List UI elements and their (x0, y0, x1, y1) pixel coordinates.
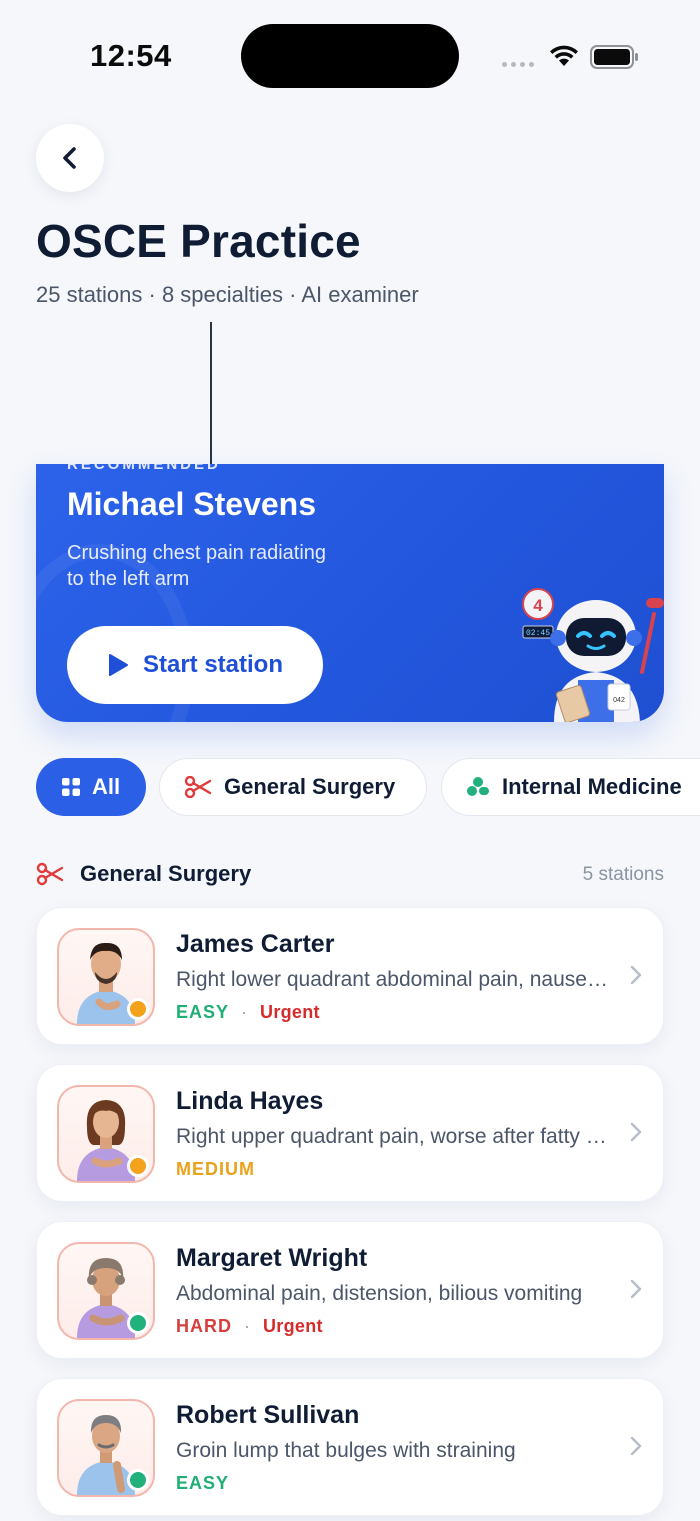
section-title: General Surgery (80, 861, 252, 886)
patient-complaint: Right lower quadrant abdominal pain, nau… (176, 968, 610, 991)
station-card[interactable]: James Carter Right lower quadrant abdomi… (36, 907, 664, 1045)
robot-timer: 02:45 (526, 629, 550, 638)
urgent-badge: Urgent (263, 1316, 323, 1336)
station-tags: MEDIUM (176, 1159, 255, 1180)
wifi-icon (550, 45, 578, 66)
dynamic-island (241, 24, 459, 88)
scissors-icon (184, 776, 212, 798)
patient-name: Linda Hayes (176, 1087, 324, 1115)
tag-separator: · (244, 1316, 251, 1336)
status-indicator (127, 1155, 149, 1177)
recommended-station-card[interactable]: RECOMMENDED Michael Stevens Crushing che… (36, 464, 664, 722)
section-station-count: 5 stations (582, 864, 664, 885)
patient-avatar (57, 1085, 155, 1183)
start-station-button[interactable]: Start station (67, 626, 323, 704)
chevron-left-icon (63, 147, 76, 169)
back-button[interactable] (36, 124, 104, 192)
filter-chip-internal-medicine[interactable]: Internal Medicine (441, 758, 700, 816)
page-title: OSCE Practice (36, 215, 361, 267)
specialty-filter-bar: All General Surgery Internal Medicine (36, 758, 700, 816)
chevron-right-icon (630, 1122, 642, 1142)
status-time: 12:54 (90, 38, 172, 73)
chevron-right-icon (630, 965, 642, 985)
patient-name: James Carter (176, 930, 335, 958)
status-indicator (127, 998, 149, 1020)
battery-icon (590, 45, 638, 69)
status-indicator (127, 1312, 149, 1334)
urgent-badge: Urgent (260, 1002, 320, 1022)
filter-chip-label: General Surgery (224, 774, 396, 799)
station-card[interactable]: Linda Hayes Right upper quadrant pain, w… (36, 1064, 664, 1202)
svg-text:042: 042 (613, 697, 625, 704)
patient-complaint: Abdominal pain, distension, bilious vomi… (176, 1282, 583, 1305)
station-tags: EASY · Urgent (176, 1002, 320, 1023)
station-card[interactable]: Robert Sullivan Groin lump that bulges w… (36, 1378, 664, 1516)
chevron-right-icon (630, 1436, 642, 1456)
filter-chip-all[interactable]: All (36, 758, 146, 816)
scissors-icon (36, 862, 64, 886)
pills-icon (467, 777, 489, 796)
filter-chip-general-surgery[interactable]: General Surgery (159, 758, 427, 816)
patient-complaint: Groin lump that bulges with straining (176, 1439, 516, 1462)
status-bar: 12:54 (0, 0, 700, 110)
play-icon (108, 654, 128, 676)
station-tags: EASY (176, 1473, 229, 1494)
divider-line (210, 322, 212, 464)
station-tags: HARD · Urgent (176, 1316, 323, 1337)
cellular-signal-icon (502, 62, 534, 67)
grid-icon (61, 778, 80, 796)
patient-name: Margaret Wright (176, 1244, 368, 1272)
filter-chip-label: All (91, 774, 121, 799)
robot-examiner-illustration: 4 02:45 042 (522, 588, 664, 722)
filter-chip-label: Internal Medicine (502, 774, 682, 799)
difficulty-badge: MEDIUM (176, 1159, 255, 1179)
chevron-right-icon (630, 1279, 642, 1299)
patient-avatar (57, 1242, 155, 1340)
patient-avatar (57, 1399, 155, 1497)
hero-patient-name: Michael Stevens (67, 486, 316, 522)
difficulty-badge: EASY (176, 1002, 230, 1022)
start-station-label: Start station (142, 651, 283, 678)
patient-avatar (57, 928, 155, 1026)
patient-name: Robert Sullivan (176, 1401, 360, 1429)
station-card[interactable]: Margaret Wright Abdominal pain, distensi… (36, 1221, 664, 1359)
patient-complaint: Right upper quadrant pain, worse after f… (176, 1125, 610, 1148)
difficulty-badge: HARD (176, 1316, 232, 1336)
tag-separator: · (241, 1002, 249, 1022)
difficulty-badge: EASY (176, 1473, 230, 1493)
recommended-label: RECOMMENDED (67, 464, 221, 473)
page-subtitle: 25 stations · 8 specialties · AI examine… (36, 282, 419, 307)
robot-station-number: 4 (533, 596, 543, 615)
status-indicator (127, 1469, 149, 1491)
hero-complaint: Crushing chest pain radiating to the lef… (67, 542, 327, 590)
